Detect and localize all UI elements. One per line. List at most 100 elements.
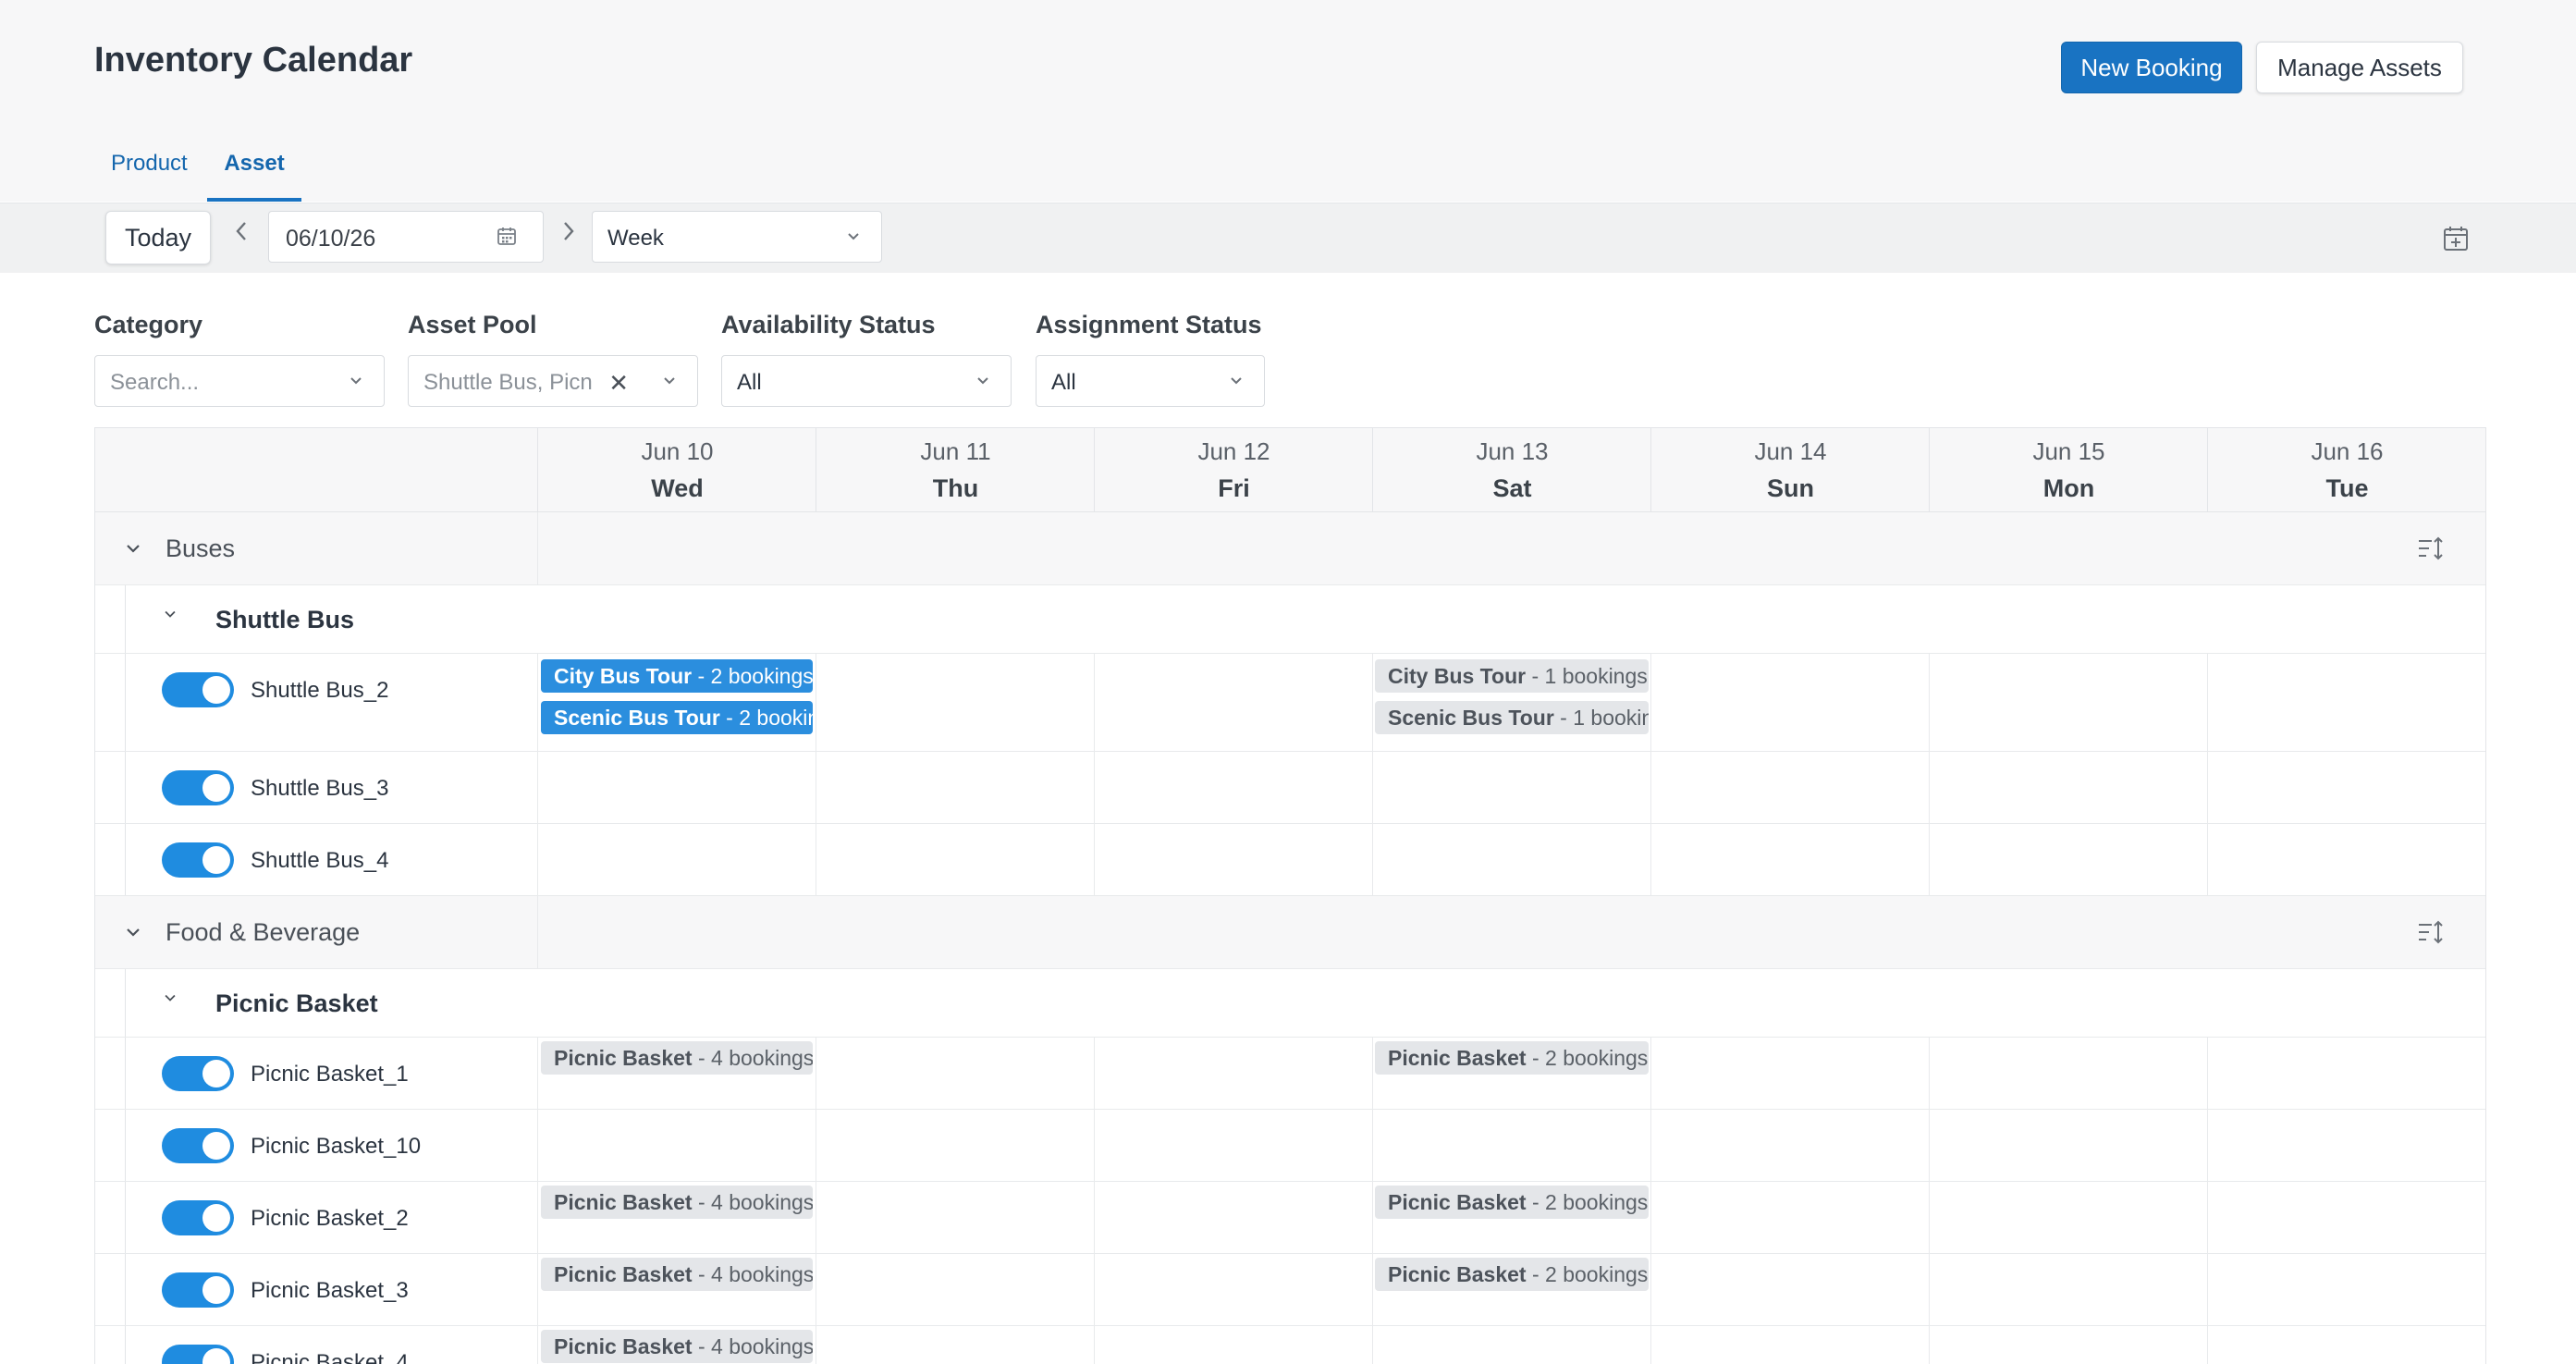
group-row-buses: Buses — [95, 512, 2485, 585]
day-weekday: Mon — [2042, 474, 2095, 502]
calendar-grid: Jun 10 Wed Jun 11 Thu Jun 12 Fri Jun 13 … — [94, 427, 2486, 1364]
booking-product: Picnic Basket — [554, 1262, 693, 1286]
chevron-down-icon — [848, 233, 859, 240]
chevron-down-icon[interactable] — [123, 922, 143, 942]
booking-product: City Bus Tour — [1388, 664, 1527, 688]
booking-chip[interactable]: Picnic Basket - 2 bookings — [1375, 1186, 1649, 1219]
day-date: Jun 16 — [2311, 437, 2384, 465]
booking-product: Picnic Basket — [554, 1190, 693, 1214]
category-select[interactable]: Search... — [94, 355, 385, 407]
asset-row-shuttle-bus-3: Shuttle Bus_3 — [95, 752, 2485, 824]
asset-pool-select[interactable]: Shuttle Bus, Picn ✕ — [408, 355, 698, 407]
chevron-down-icon[interactable] — [162, 989, 178, 1006]
asset-toggle[interactable] — [162, 1345, 234, 1364]
booking-chip[interactable]: Scenic Bus Tour - 2 bookings — [541, 701, 813, 734]
asset-toggle[interactable] — [162, 842, 234, 878]
today-button[interactable]: Today — [105, 211, 211, 264]
day-column-header: Jun 14 Sun — [1650, 428, 1930, 511]
pool-row-picnic-basket: Picnic Basket — [95, 969, 2485, 1038]
day-weekday: Tue — [2325, 474, 2369, 502]
date-input[interactable]: 06/10/26 — [268, 211, 544, 263]
pool-label: Picnic Basket — [215, 989, 378, 1017]
booking-product: Picnic Basket — [554, 1334, 693, 1358]
booking-product: Picnic Basket — [554, 1046, 693, 1070]
assignment-status-select[interactable]: All — [1036, 355, 1265, 407]
asset-toggle[interactable] — [162, 1128, 234, 1163]
booking-product: Picnic Basket — [1388, 1262, 1527, 1286]
booking-detail: - 4 bookings — [692, 1262, 813, 1286]
chevron-right-icon[interactable] — [562, 220, 575, 249]
availability-status-select[interactable]: All — [721, 355, 1012, 407]
booking-chip[interactable]: Picnic Basket - 4 bookings — [541, 1041, 813, 1075]
booking-product: Scenic Bus Tour — [1388, 706, 1554, 730]
booking-detail: - 1 bookings — [1560, 706, 1649, 730]
booking-detail: - 4 bookings — [692, 1046, 813, 1070]
asset-pool-filter-label: Asset Pool — [408, 311, 537, 338]
calendar-toolbar: Today 06/10/26 Week — [0, 203, 2576, 273]
asset-label: Shuttle Bus_4 — [251, 848, 389, 873]
day-column-header: Jun 15 Mon — [1929, 428, 2208, 511]
day-date: Jun 13 — [1476, 437, 1549, 465]
asset-label: Picnic Basket_3 — [251, 1278, 409, 1303]
sort-icon[interactable] — [2416, 917, 2446, 947]
asset-label: Picnic Basket_1 — [251, 1062, 409, 1087]
manage-assets-button[interactable]: Manage Assets — [2256, 42, 2463, 93]
booking-product: Picnic Basket — [1388, 1046, 1527, 1070]
chevron-down-icon — [1231, 377, 1242, 385]
booking-chip[interactable]: City Bus Tour - 1 bookings — [1375, 659, 1649, 693]
new-booking-button[interactable]: New Booking — [2061, 42, 2242, 93]
booking-chip[interactable]: City Bus Tour - 2 bookings — [541, 659, 813, 693]
asset-toggle[interactable] — [162, 770, 234, 805]
chevron-down-icon[interactable] — [162, 606, 178, 622]
booking-chip[interactable]: Picnic Basket - 2 bookings — [1375, 1041, 1649, 1075]
day-weekday: Wed — [651, 474, 704, 502]
booking-detail: - 4 bookings — [692, 1334, 813, 1358]
pool-row-shuttle-bus: Shuttle Bus — [95, 585, 2485, 654]
group-label: Food & Beverage — [166, 918, 361, 946]
day-column-header: Jun 11 Thu — [816, 428, 1095, 511]
day-date: Jun 10 — [641, 437, 714, 465]
group-label: Buses — [166, 535, 236, 562]
booking-detail: - 2 bookings — [1526, 1262, 1649, 1286]
asset-toggle[interactable] — [162, 1200, 234, 1235]
pool-label: Shuttle Bus — [215, 606, 355, 633]
asset-row-picnic-basket-10: Picnic Basket_10 — [95, 1110, 2485, 1182]
booking-chip[interactable]: Picnic Basket - 4 bookings — [541, 1258, 813, 1291]
day-column-header: Jun 13 Sat — [1372, 428, 1651, 511]
asset-row-picnic-basket-2: Picnic Basket_2 Picnic Basket - 4 bookin… — [95, 1182, 2485, 1254]
asset-toggle[interactable] — [162, 1056, 234, 1091]
day-column-header: Jun 12 Fri — [1094, 428, 1373, 511]
tab-asset[interactable]: Asset — [207, 141, 301, 202]
group-row-food-beverage: Food & Beverage — [95, 896, 2485, 969]
booking-chip[interactable]: Scenic Bus Tour - 1 bookings — [1375, 701, 1649, 734]
booking-chip[interactable]: Picnic Basket - 2 bookings — [1375, 1258, 1649, 1291]
booking-detail: - 2 bookings — [1526, 1046, 1649, 1070]
day-weekday: Sun — [1767, 474, 1814, 502]
booking-product: City Bus Tour — [554, 664, 693, 688]
day-weekday: Thu — [932, 474, 979, 502]
booking-chip[interactable]: Picnic Basket - 4 bookings — [541, 1186, 813, 1219]
category-placeholder: Search... — [110, 370, 200, 395]
view-select[interactable]: Week — [592, 211, 882, 263]
asset-toggle[interactable] — [162, 1272, 234, 1308]
chevron-left-icon[interactable] — [235, 220, 248, 249]
booking-detail: - 1 bookings — [1526, 664, 1648, 688]
calendar-plus-icon[interactable] — [2441, 224, 2471, 253]
chevron-down-icon — [977, 377, 988, 385]
asset-label: Shuttle Bus_2 — [251, 678, 389, 703]
calendar-icon[interactable] — [497, 226, 517, 246]
booking-chip[interactable]: Picnic Basket - 4 bookings — [541, 1330, 813, 1363]
asset-label: Picnic Basket_4 — [251, 1350, 409, 1364]
category-filter-label: Category — [94, 311, 203, 338]
sort-icon[interactable] — [2416, 534, 2446, 563]
tab-product[interactable]: Product — [111, 141, 188, 198]
chevron-down-icon[interactable] — [123, 538, 143, 559]
day-date: Jun 14 — [1754, 437, 1827, 465]
clear-icon[interactable]: ✕ — [608, 369, 629, 398]
booking-product: Scenic Bus Tour — [554, 706, 720, 730]
page-header: Inventory Calendar New Booking Manage As… — [0, 0, 2576, 202]
asset-toggle[interactable] — [162, 672, 234, 707]
asset-row-shuttle-bus-4: Shuttle Bus_4 — [95, 824, 2485, 896]
asset-row-picnic-basket-4: Picnic Basket_4 Picnic Basket - 4 bookin… — [95, 1326, 2485, 1364]
date-value: 06/10/26 — [286, 226, 376, 252]
